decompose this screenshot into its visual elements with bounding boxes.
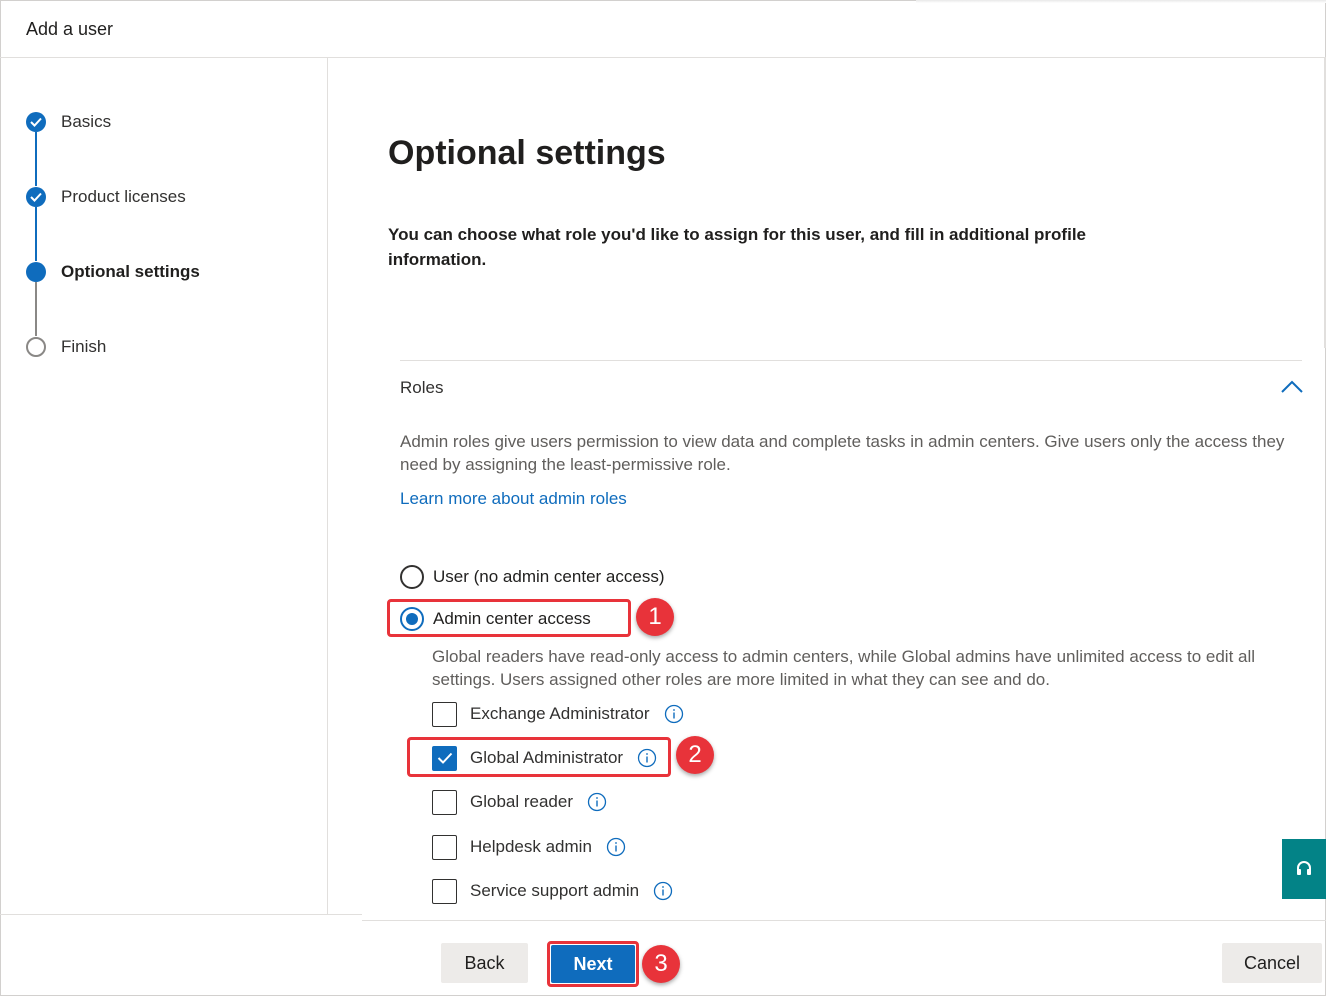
step-finish[interactable]: Finish (26, 336, 106, 358)
dialog-title: Add a user (26, 19, 114, 39)
section-divider (400, 360, 1302, 361)
radio-button[interactable] (400, 565, 424, 589)
checkmark-icon (26, 112, 46, 132)
step-label: Product licenses (61, 187, 186, 206)
checkbox-label: Global reader (470, 792, 574, 811)
roles-description: Admin roles give users permission to vie… (400, 432, 1285, 474)
role-exchange-administrator[interactable]: Exchange Administrator (432, 701, 684, 727)
learn-more-admin-roles-link[interactable]: Learn more about admin roles (400, 489, 627, 509)
info-icon[interactable] (664, 704, 684, 724)
callout-highlight (407, 737, 671, 777)
pending-step-icon (26, 337, 46, 357)
step-label: Optional settings (61, 262, 200, 281)
role-global-reader[interactable]: Global reader (432, 789, 607, 815)
step-basics[interactable]: Basics (26, 111, 111, 133)
radio-user-no-admin[interactable]: User (no admin center access) (400, 564, 664, 590)
roles-section-title[interactable]: Roles (400, 378, 443, 398)
chevron-up-icon[interactable] (1279, 377, 1305, 397)
step-product-licenses[interactable]: Product licenses (26, 186, 186, 208)
checkbox[interactable] (432, 789, 457, 815)
step-connector (35, 132, 37, 186)
checkbox-label: Service support admin (470, 881, 640, 900)
checkmark-icon (26, 187, 46, 207)
step-label: Basics (61, 112, 112, 131)
step-connector (35, 282, 37, 336)
page-description: You can choose what role you'd like to a… (388, 225, 1086, 269)
step-optional-settings[interactable]: Optional settings (26, 261, 200, 283)
header-shadow (916, 0, 1326, 3)
role-helpdesk-admin[interactable]: Helpdesk admin (432, 834, 626, 860)
step-label: Finish (61, 337, 107, 356)
help-tab[interactable] (1282, 839, 1326, 899)
current-step-icon (26, 262, 46, 282)
info-icon[interactable] (606, 837, 626, 857)
callout-badge: 1 (636, 598, 674, 636)
callout-badge: 2 (676, 736, 714, 774)
callout-highlight (387, 599, 631, 637)
role-service-support-admin[interactable]: Service support admin (432, 878, 673, 904)
checkbox[interactable] (432, 701, 457, 727)
checkbox[interactable] (432, 878, 457, 904)
checkbox[interactable] (432, 834, 457, 860)
step-connector (35, 207, 37, 261)
callout-badge: 3 (642, 945, 680, 983)
sidebar-divider (0, 914, 362, 915)
back-button[interactable]: Back (441, 943, 528, 983)
headset-icon (1297, 861, 1311, 875)
page-title: Optional settings (388, 134, 666, 172)
checkbox-label: Helpdesk admin (470, 837, 592, 856)
dialog-header: Add a user (0, 0, 1326, 58)
info-icon[interactable] (587, 792, 607, 812)
radio-label: User (no admin center access) (433, 567, 665, 586)
footer-divider (362, 920, 1326, 921)
info-icon[interactable] (653, 881, 673, 901)
checkbox-label: Exchange Administrator (470, 704, 650, 723)
callout-highlight (547, 941, 639, 987)
admin-access-description: Global readers have read-only access to … (432, 647, 1256, 689)
cancel-button[interactable]: Cancel (1222, 943, 1322, 983)
